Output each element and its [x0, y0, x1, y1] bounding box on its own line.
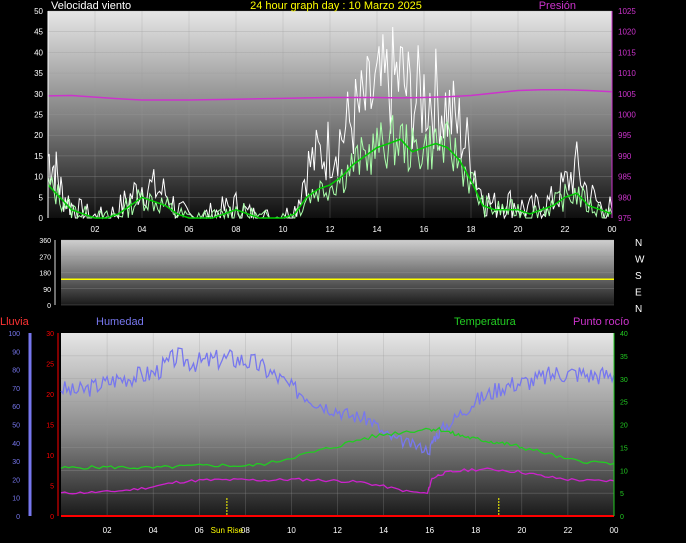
wind-tick-label: 0	[39, 214, 44, 223]
x-tick-label: 20	[514, 225, 523, 234]
x-tick-label: 14	[379, 526, 388, 535]
x-tick-label: 00	[610, 526, 619, 535]
rain-tick-label: 25	[46, 362, 54, 369]
rain-tick-label: 10	[46, 453, 54, 460]
x-tick-label: 04	[138, 225, 147, 234]
direction-tick-label: 180	[39, 271, 51, 278]
direction-tick-label: 360	[39, 238, 51, 245]
temperature-tick-label: 0	[620, 514, 624, 521]
direction-tick-label: 270	[39, 254, 51, 261]
x-tick-label: 06	[185, 225, 194, 234]
temperature-tick-label: 35	[620, 354, 628, 361]
x-tick-label: 12	[333, 526, 342, 535]
humidity-tick-label: 50	[12, 423, 20, 430]
compass-label: S	[635, 271, 642, 282]
x-tick-label: 20	[517, 526, 526, 535]
direction-tick-label: 0	[47, 303, 51, 310]
compass-label: W	[635, 255, 645, 266]
dewpoint-axis-label: Punto rocío	[573, 316, 629, 328]
x-tick-label: 14	[373, 225, 382, 234]
temperature-tick-label: 15	[620, 445, 628, 452]
pressure-tick-label: 990	[618, 152, 632, 161]
pressure-tick-label: 985	[618, 173, 632, 182]
wind-tick-label: 45	[34, 28, 43, 37]
temperature-axis-label: Temperatura	[454, 316, 517, 328]
chart-title: 24 hour graph day : 10 Marzo 2025	[250, 0, 422, 12]
pressure-tick-label: 980	[618, 193, 632, 202]
pressure-tick-label: 995	[618, 131, 632, 140]
direction-tick-label: 90	[43, 287, 51, 294]
wind-tick-label: 35	[34, 69, 43, 78]
temperature-tick-label: 20	[620, 423, 628, 430]
humidity-tick-label: 100	[8, 331, 20, 338]
pressure-tick-label: 1015	[618, 48, 636, 57]
rain-tick-label: 20	[46, 392, 54, 399]
weather-graph: 0 5 10 15 20 25 30 35 40 45 50 975 980 985 990 995 1000 1…	[0, 0, 686, 543]
pressure-tick-label: 975	[618, 214, 632, 223]
humidity-tick-label: 40	[12, 441, 20, 448]
humidity-tick-label: 60	[12, 404, 20, 411]
compass-label: N	[635, 304, 642, 315]
pressure-axis-label: Presión	[539, 0, 576, 12]
x-tick-label: 02	[91, 225, 100, 234]
humidity-tick-label: 10	[12, 496, 20, 503]
x-tick-label: 22	[563, 526, 572, 535]
temperature-tick-label: 40	[620, 331, 628, 338]
pressure-tick-label: 1000	[618, 111, 636, 120]
x-tick-label: 00	[608, 225, 617, 234]
x-tick-label: 06	[195, 526, 204, 535]
humidity-tick-label: 30	[12, 459, 20, 466]
sun-rise-label: Sun Rise	[211, 526, 244, 535]
rain-tick-label: 0	[50, 514, 54, 521]
humidity-tick-label: 20	[12, 477, 20, 484]
pressure-tick-label: 1025	[618, 7, 636, 16]
x-tick-label: 16	[425, 526, 434, 535]
x-tick-label: 18	[467, 225, 476, 234]
humidity-axis-label: Humedad	[96, 316, 144, 328]
humidity-tick-label: 0	[16, 514, 20, 521]
pressure-tick-label: 1010	[618, 69, 636, 78]
x-tick-label: 22	[561, 225, 570, 234]
humidity-tick-label: 90	[12, 349, 20, 356]
wind-axis-label: Velocidad viento	[51, 0, 131, 12]
x-tick-label: 18	[471, 526, 480, 535]
x-tick-label: 12	[326, 225, 335, 234]
temperature-tick-label: 25	[620, 400, 628, 407]
temperature-tick-label: 30	[620, 377, 628, 384]
x-tick-label: 10	[287, 526, 296, 535]
humidity-tick-label: 70	[12, 386, 20, 393]
humidity-tick-label: 80	[12, 368, 20, 375]
wind-tick-label: 30	[34, 90, 43, 99]
pressure-tick-label: 1005	[618, 90, 636, 99]
x-tick-label: 04	[149, 526, 158, 535]
x-tick-label: 08	[232, 225, 241, 234]
x-tick-label: 10	[279, 225, 288, 234]
rain-tick-label: 5	[50, 484, 54, 491]
compass-label: E	[635, 288, 642, 299]
rain-tick-label: 30	[46, 331, 54, 338]
wind-tick-label: 40	[34, 48, 43, 57]
wind-tick-label: 50	[34, 7, 43, 16]
wind-tick-label: 5	[39, 193, 44, 202]
rain-tick-label: 15	[46, 423, 54, 430]
wind-tick-label: 10	[34, 173, 43, 182]
wind-tick-label: 20	[34, 131, 43, 140]
wind-tick-label: 25	[34, 111, 43, 120]
temperature-tick-label: 5	[620, 491, 624, 498]
compass-label: N	[635, 238, 642, 249]
x-tick-label: 16	[420, 225, 429, 234]
rain-axis-label: Lluvia	[0, 316, 30, 328]
wind-tick-label: 15	[34, 152, 43, 161]
temperature-tick-label: 10	[620, 468, 628, 475]
x-tick-label: 02	[103, 526, 112, 535]
pressure-tick-label: 1020	[618, 28, 636, 37]
graph-canvas: 0510152025303540455097598098599099510001…	[0, 0, 645, 535]
